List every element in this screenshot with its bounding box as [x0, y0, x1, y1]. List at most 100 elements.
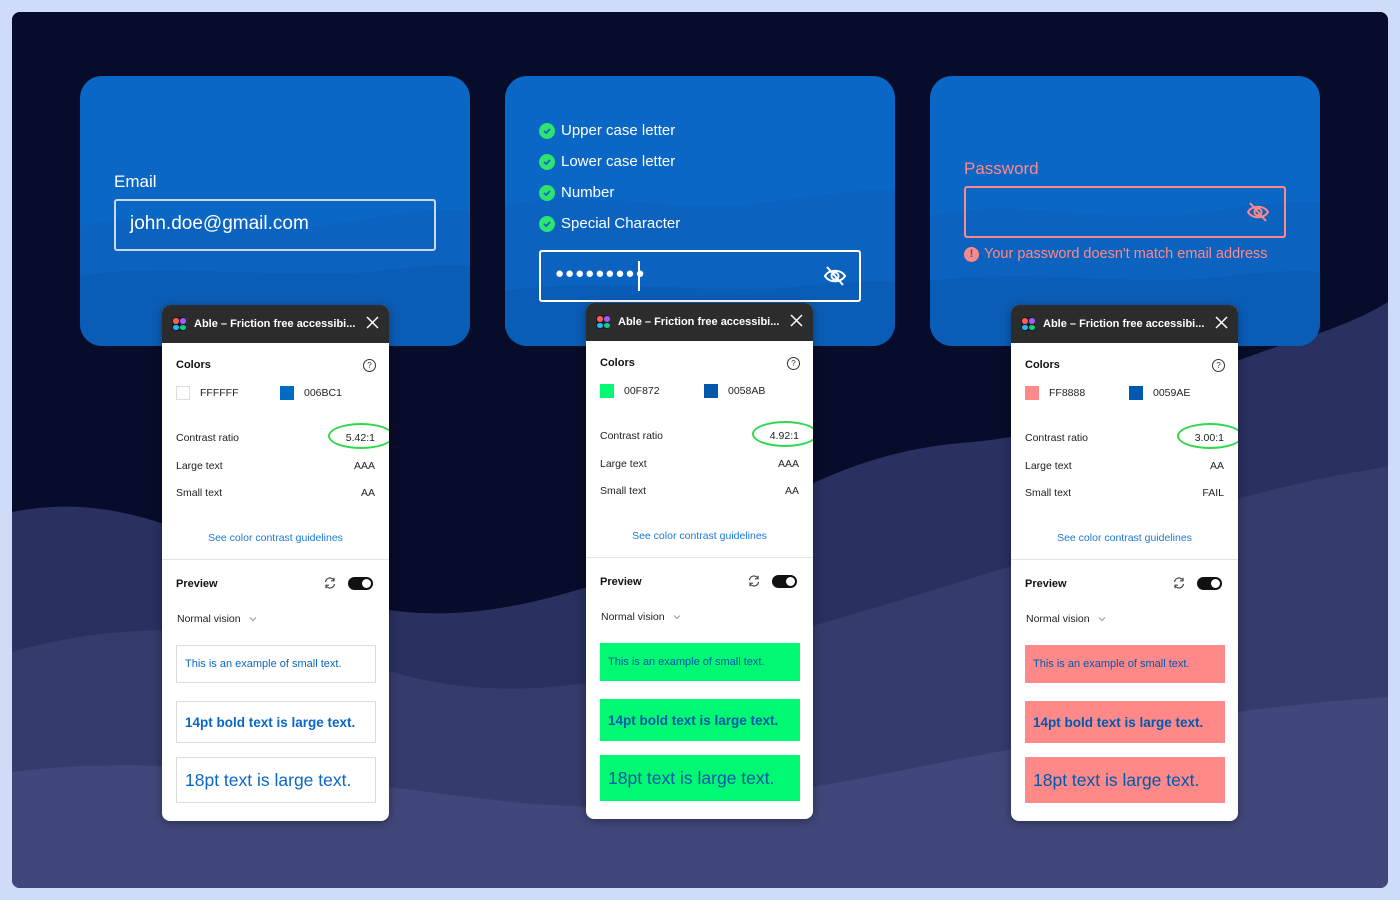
rule-label: Number — [561, 184, 615, 201]
rule-special: Special Character — [539, 215, 680, 232]
preview-toggle[interactable] — [348, 577, 373, 590]
bold-large-text-example: 14pt bold text is large text. — [1025, 701, 1225, 743]
highlight-ring — [328, 423, 389, 449]
vision-value: Normal vision — [601, 611, 665, 623]
password-error-message: ! Your password doesn't match email addr… — [964, 246, 1268, 262]
colors-title: Colors — [1025, 359, 1060, 371]
small-text-label: Small text — [600, 485, 647, 497]
refresh-icon[interactable] — [1172, 576, 1186, 595]
small-text-example: This is an example of small text. — [600, 643, 800, 681]
preview-title: Preview — [600, 576, 642, 588]
contrast-label: Contrast ratio — [600, 430, 664, 442]
fg-color-box — [176, 386, 190, 400]
large-text-example: 18pt text is large text. — [600, 755, 800, 801]
figma-plugin-icon — [1021, 317, 1035, 331]
bold-large-text-example: 14pt bold text is large text. — [600, 699, 800, 741]
preview-title: Preview — [176, 578, 218, 590]
rule-label: Upper case letter — [561, 122, 676, 139]
help-icon[interactable]: ? — [1212, 359, 1225, 372]
bold-large-text-example: 14pt bold text is large text. — [176, 701, 376, 743]
guidelines-link[interactable]: See color contrast guidelines — [1011, 532, 1238, 544]
large-text-row: Large text AA — [1025, 460, 1224, 472]
divider — [586, 557, 813, 558]
bg-hex: 0058AB — [728, 385, 766, 397]
help-icon[interactable]: ? — [787, 357, 800, 370]
chevron-down-icon — [249, 613, 257, 625]
password-field[interactable]: ●●●●●●●●● — [539, 250, 861, 302]
background-swatch[interactable]: 0058AB — [704, 384, 765, 398]
chevron-down-icon — [673, 611, 681, 623]
rule-label: Special Character — [561, 215, 681, 232]
email-field[interactable]: john.doe@gmail.com — [114, 199, 436, 251]
email-value: john.doe@gmail.com — [130, 213, 309, 234]
large-text-example: 18pt text is large text. — [1025, 757, 1225, 803]
panel-title: Able – Friction free accessibi... — [194, 318, 356, 330]
foreground-swatch[interactable]: FF8888 — [1025, 386, 1085, 400]
background-swatch[interactable]: 006BC1 — [280, 386, 342, 400]
large-text-row: Large text AAA — [176, 460, 375, 472]
rule-label: Lower case letter — [561, 153, 676, 170]
large-text-rating: AAA — [353, 460, 375, 472]
password-error-field[interactable] — [964, 186, 1286, 238]
close-icon[interactable] — [1215, 316, 1228, 332]
small-text-rating: AA — [360, 487, 375, 499]
able-plugin-panel: Able – Friction free accessibi... Colors… — [162, 305, 389, 821]
panel-title: Able – Friction free accessibi... — [1043, 318, 1205, 330]
eye-off-icon[interactable] — [823, 265, 847, 292]
vision-select[interactable]: Normal vision — [177, 613, 257, 625]
fg-color-box — [1025, 386, 1039, 400]
check-circle-icon — [539, 215, 555, 232]
divider — [1011, 559, 1238, 560]
password-masked-value: ●●●●●●●●● — [555, 265, 646, 282]
guidelines-link[interactable]: See color contrast guidelines — [162, 532, 389, 544]
large-text-label: Large text — [1025, 460, 1072, 472]
check-circle-icon — [539, 184, 555, 201]
large-text-label: Large text — [176, 460, 223, 472]
close-icon[interactable] — [790, 314, 803, 330]
eye-off-icon[interactable] — [1246, 201, 1270, 228]
foreground-swatch[interactable]: 00F872 — [600, 384, 660, 398]
foreground-swatch[interactable]: FFFFFF — [176, 386, 238, 400]
panel-title: Able – Friction free accessibi... — [618, 316, 780, 328]
small-text-example: This is an example of small text. — [176, 645, 376, 683]
large-text-label: Large text — [600, 458, 647, 470]
panel-header: Able – Friction free accessibi... — [586, 303, 813, 341]
guidelines-link[interactable]: See color contrast guidelines — [586, 530, 813, 542]
small-text-rating: FAIL — [1202, 487, 1224, 499]
refresh-icon[interactable] — [747, 574, 761, 593]
password-label: Password — [964, 159, 1039, 178]
large-text-row: Large text AAA — [600, 458, 799, 470]
check-circle-icon — [539, 153, 555, 170]
small-text-rating: AA — [784, 485, 799, 497]
vision-select[interactable]: Normal vision — [1026, 613, 1106, 625]
contrast-label: Contrast ratio — [1025, 432, 1089, 444]
fg-hex: FFFFFF — [200, 387, 239, 399]
fg-hex: FF8888 — [1049, 387, 1086, 399]
help-icon[interactable]: ? — [363, 359, 376, 372]
vision-value: Normal vision — [1026, 613, 1090, 625]
text-cursor — [638, 261, 640, 291]
preview-toggle[interactable] — [1197, 577, 1222, 590]
background-swatch[interactable]: 0059AE — [1129, 386, 1190, 400]
panel-body: Colors ? FF8888 0059AE Contrast ratio 3.… — [1011, 343, 1238, 821]
able-plugin-panel: Able – Friction free accessibi... Colors… — [1011, 305, 1238, 821]
figma-plugin-icon — [172, 317, 186, 331]
contrast-label: Contrast ratio — [176, 432, 240, 444]
rule-uppercase: Upper case letter — [539, 122, 675, 139]
able-plugin-panel: Able – Friction free accessibi... Colors… — [586, 303, 813, 819]
panel-header: Able – Friction free accessibi... — [1011, 305, 1238, 343]
vision-select[interactable]: Normal vision — [601, 611, 681, 623]
colors-title: Colors — [600, 357, 635, 369]
highlight-ring — [752, 421, 813, 447]
chevron-down-icon — [1098, 613, 1106, 625]
fg-hex: 00F872 — [624, 385, 660, 397]
small-text-row: Small text AA — [600, 485, 799, 497]
refresh-icon[interactable] — [323, 576, 337, 595]
small-text-label: Small text — [176, 487, 223, 499]
close-icon[interactable] — [366, 316, 379, 332]
preview-toggle[interactable] — [772, 575, 797, 588]
bg-hex: 006BC1 — [304, 387, 342, 399]
vision-value: Normal vision — [177, 613, 241, 625]
small-text-label: Small text — [1025, 487, 1072, 499]
bg-color-box — [1129, 386, 1143, 400]
